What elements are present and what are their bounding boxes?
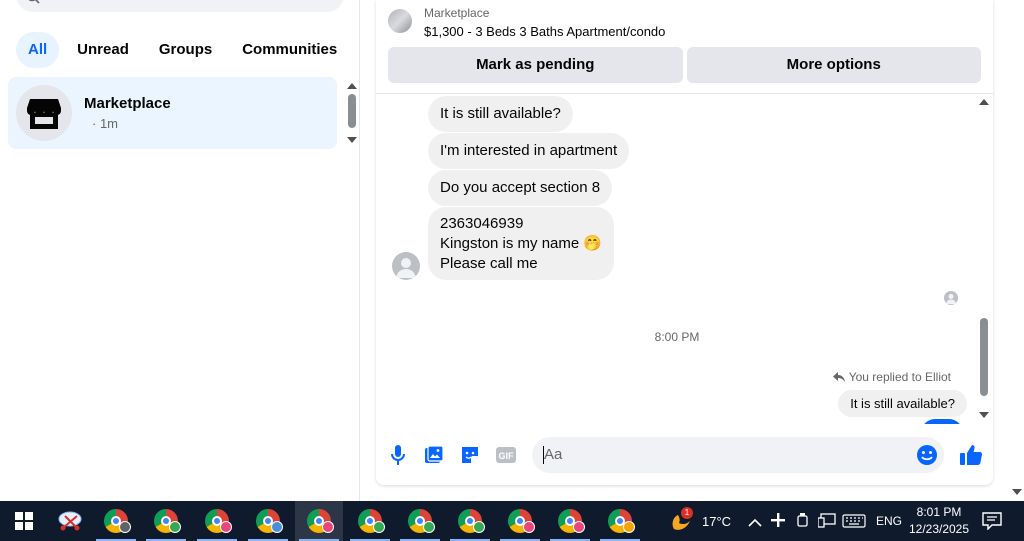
search-input[interactable] [16,0,344,12]
clock-date: 12/23/2025 [908,522,970,536]
scroll-down-icon[interactable] [347,137,357,143]
message-thread: It is still available? I'm interested in… [376,94,993,424]
scroll-down-icon[interactable] [979,412,989,418]
chrome-profile-icon[interactable] [546,501,594,541]
outgoing-message[interactable] [921,419,963,424]
listing-actions: Mark as pending More options [388,47,981,83]
conversation-panel: Marketplace $1,300 - 3 Beds 3 Baths Apar… [376,0,993,485]
keyboard-icon[interactable] [842,514,866,533]
page-scroll-down-icon[interactable] [1012,489,1022,495]
scroll-up-icon[interactable] [347,83,357,89]
message-line: 2363046939 [440,215,524,232]
hand-over-mouth-emoji: 🤭 [583,235,603,252]
listing-thumbnail [388,9,412,33]
notifications-icon[interactable] [982,512,1002,535]
system-clock[interactable]: 8:01 PM 12/23/2025 [905,504,973,538]
language-indicator[interactable]: ENG [876,514,902,528]
network-icon[interactable] [817,513,836,534]
mark-as-pending-button[interactable]: Mark as pending [388,47,683,83]
scrollbar-thumb[interactable] [348,94,356,128]
microphone-icon[interactable] [387,444,409,466]
filter-chips: All Unread Groups Communities [16,32,349,68]
gif-icon[interactable]: GIF [495,444,517,466]
marketplace-store-icon [16,85,72,141]
chat-list-panel: All Unread Groups Communities Marketplac… [0,0,360,501]
chrome-icon[interactable] [92,501,140,541]
chrome-profile-icon[interactable] [596,501,644,541]
filter-communities[interactable]: Communities [230,32,349,68]
thread-scrollbar[interactable] [977,94,991,424]
chrome-profile-icon[interactable] [446,501,494,541]
sender-avatar[interactable] [392,252,420,280]
scroll-up-icon[interactable] [979,99,989,105]
message-composer: GIF Aa [376,436,993,474]
chrome-profile-icon[interactable] [244,501,292,541]
chrome-profile-icon[interactable] [346,501,394,541]
filter-unread[interactable]: Unread [65,32,141,68]
time-separator: 8:00 PM [654,330,700,344]
chrome-profile-icon[interactable] [193,501,241,541]
more-options-button[interactable]: More options [686,47,981,83]
chat-list-scrollbar[interactable] [345,78,359,148]
clock-time: 8:01 PM [916,505,962,519]
incoming-message[interactable]: Do you accept section 8 [428,170,613,206]
conversation-time: · 1m [92,116,118,131]
sticker-icon[interactable] [459,444,481,466]
scrollbar-thumb[interactable] [980,318,988,396]
windows-taskbar: 1 17°C ENG 8:01 PM 12/23/2025 [0,501,1024,541]
svg-text:GIF: GIF [499,451,515,461]
seen-indicator-avatar [944,291,958,305]
quoted-message[interactable]: It is still available? [838,390,967,417]
search-icon [28,0,40,4]
message-line: Please call me [440,255,538,272]
chrome-profile-icon[interactable] [496,501,544,541]
photo-icon[interactable] [423,444,445,466]
conversation-item-marketplace[interactable]: Marketplace · 1m [8,77,337,149]
reply-note: You replied to Elliot [832,370,951,384]
chrome-profile-icon[interactable] [295,501,343,541]
show-hidden-icons-chevron-icon[interactable] [748,515,762,533]
message-input[interactable]: Aa [532,437,944,473]
filter-all[interactable]: All [16,32,60,68]
chrome-profile-icon[interactable] [142,501,190,541]
filter-groups[interactable]: Groups [147,32,224,68]
snipping-tool-icon[interactable] [46,501,94,541]
reply-arrow-icon [832,372,845,382]
reply-note-text: You replied to Elliot [848,370,951,384]
windows-start-icon[interactable] [0,501,48,541]
incoming-message[interactable]: It is still available? [428,96,573,132]
listing-category: Marketplace [424,6,490,20]
temperature-text[interactable]: 17°C [702,514,731,529]
messenger-app: All Unread Groups Communities Marketplac… [0,0,1024,501]
emoji-icon[interactable] [916,444,938,466]
message-line: Kingston is my name 🤭 [440,235,603,252]
chrome-profile-icon[interactable] [396,501,444,541]
thumbs-up-icon[interactable] [959,443,983,467]
conversation-name: Marketplace [84,95,171,112]
weather-icon[interactable]: 1 [670,507,694,533]
weather-badge: 1 [681,507,693,519]
plus-icon[interactable] [770,512,786,533]
incoming-message[interactable]: I'm interested in apartment [428,133,630,169]
incoming-message[interactable]: 2363046939 Kingston is my name 🤭 Please … [428,207,615,280]
listing-title: $1,300 - 3 Beds 3 Baths Apartment/condo [424,24,666,39]
message-input-placeholder: Aa [544,446,563,463]
device-icon[interactable] [796,513,810,534]
